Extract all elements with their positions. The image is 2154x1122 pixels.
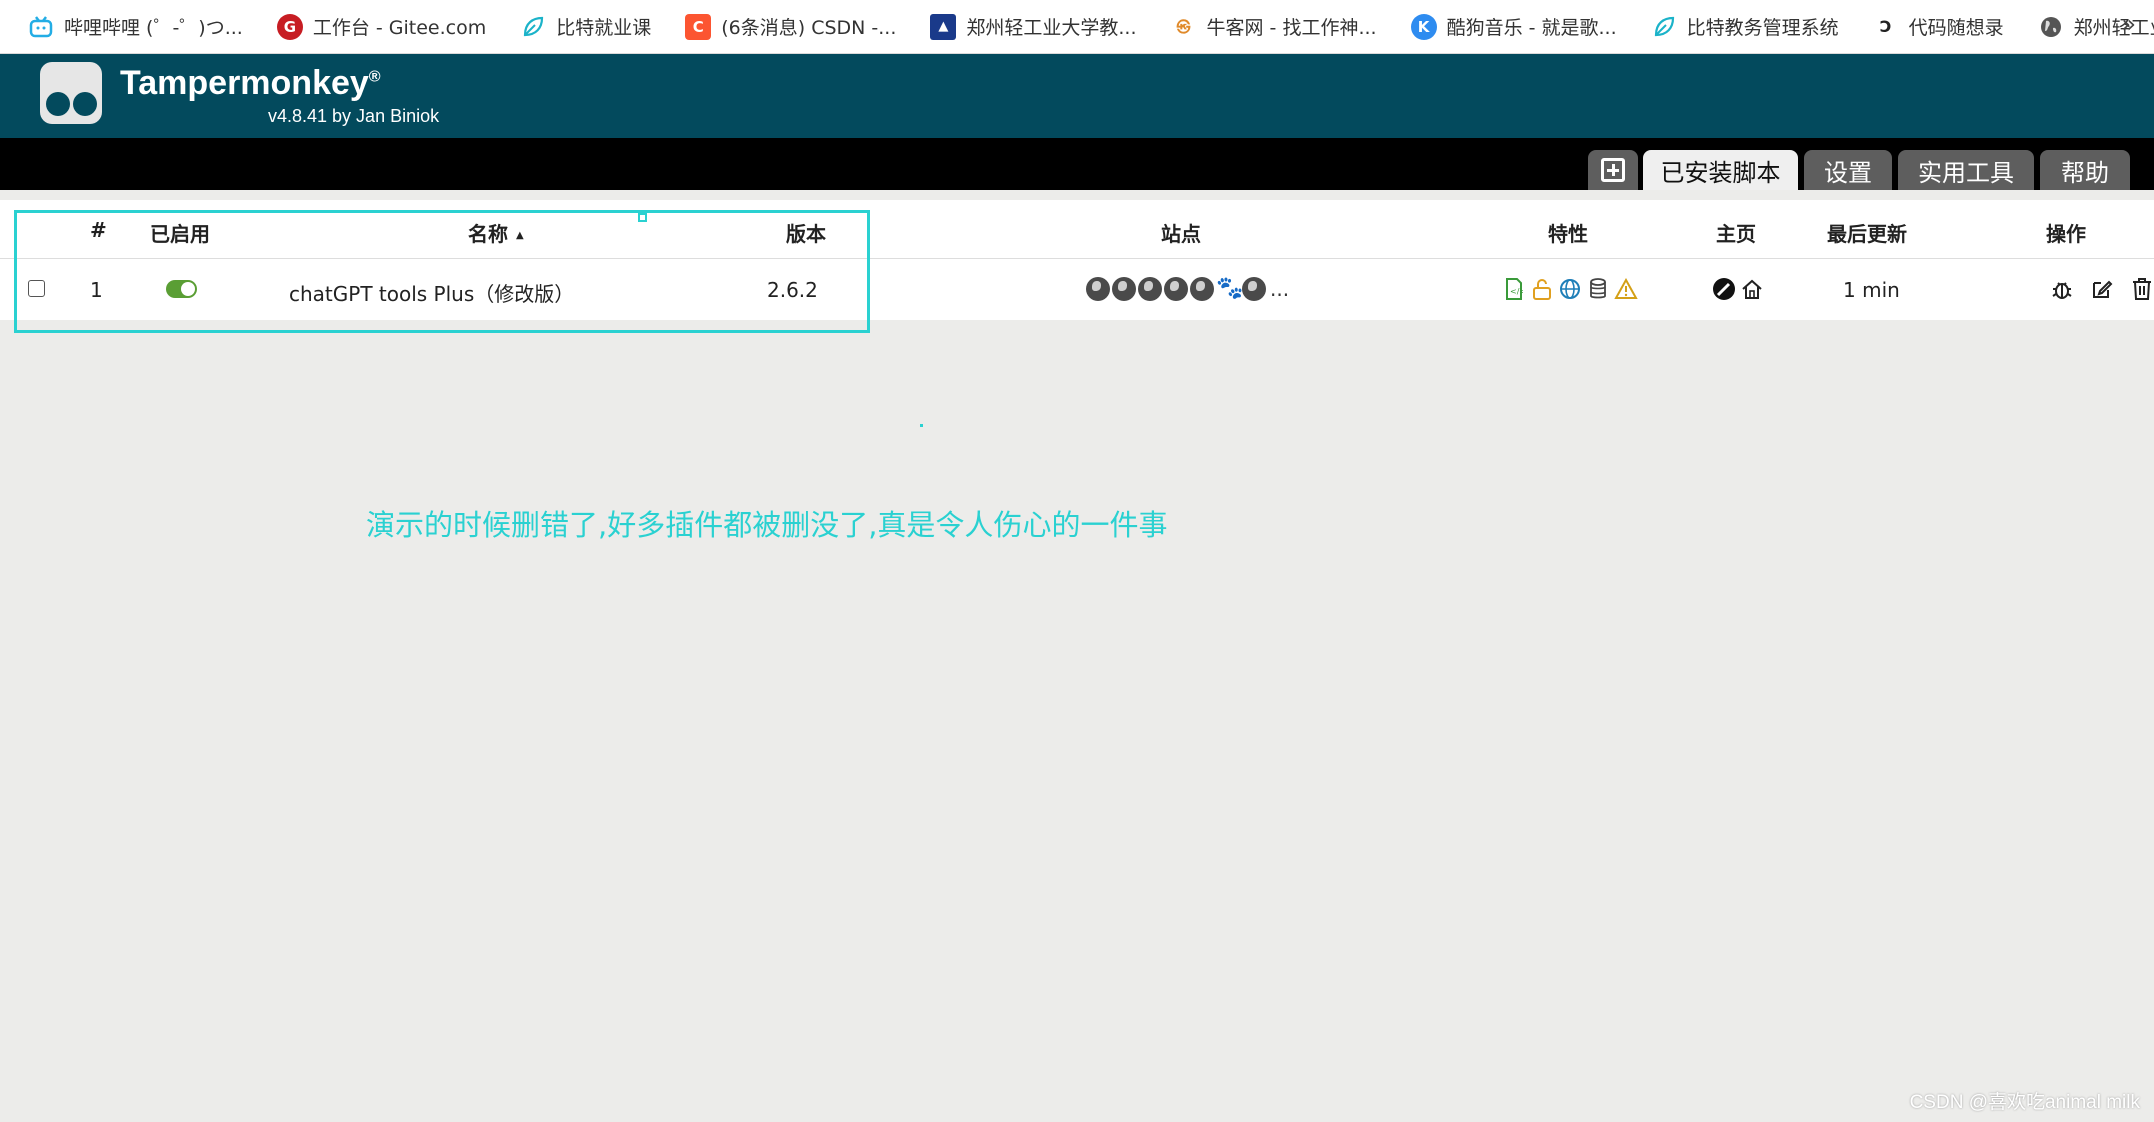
debug-bug-icon[interactable] xyxy=(2048,276,2076,302)
bookmark-label: 工作台 - Gitee.com xyxy=(312,17,487,39)
column-header-last-updated[interactable]: 最后更新 xyxy=(1827,218,1907,247)
column-header-features[interactable]: 特性 xyxy=(1548,218,1588,247)
bilibili-icon xyxy=(28,14,54,40)
script-last-updated: 1 min xyxy=(1843,278,1900,302)
bookmark-label: (6条消息) CSDN -... xyxy=(721,17,897,39)
add-script-tab[interactable] xyxy=(1588,150,1638,190)
script-features: </> xyxy=(1502,276,1642,302)
bookmark-bite-jiaowu[interactable]: 比特教务管理系统 xyxy=(1641,7,1849,47)
globe-icon xyxy=(2038,14,2064,40)
bookmarks-bar: 哔哩哔哩 (゜-゜)つ... G 工作台 - Gitee.com 比特就业课 C… xyxy=(0,0,2154,54)
script-sites: 🐾 ... xyxy=(1086,277,1289,301)
kugou-icon: K xyxy=(1410,13,1437,40)
tab-bar: 已安装脚本 设置 实用工具 帮助 xyxy=(0,138,2154,190)
bookmark-gitee[interactable]: G 工作台 - Gitee.com xyxy=(267,7,496,47)
site-globe-icon xyxy=(1164,277,1188,301)
bookmark-nowcoder[interactable]: ㉿ 牛客网 - 找工作神... xyxy=(1161,7,1387,47)
bookmark-code-random[interactable]: Ↄ 代码随想录 xyxy=(1863,7,2014,47)
leaf-icon xyxy=(1651,14,1677,40)
nowcoder-icon: ㉿ xyxy=(1176,19,1191,36)
warning-icon xyxy=(1614,276,1638,302)
bookmark-label: 牛客网 - 找工作神... xyxy=(1206,17,1377,39)
storage-database-icon xyxy=(1586,276,1610,302)
app-title: Tampermonkey® xyxy=(120,64,381,102)
bookmark-bite-course[interactable]: 比特就业课 xyxy=(510,7,661,47)
bookmarks-overflow-button[interactable]: » xyxy=(2121,10,2136,38)
home-icon[interactable] xyxy=(1740,276,1764,302)
tampermonkey-header: Tampermonkey® v4.8.41 by Jan Biniok xyxy=(0,54,2154,138)
bookmark-label: 哔哩哔哩 (゜-゜)つ... xyxy=(64,17,243,39)
svg-text:</>: </> xyxy=(1510,287,1523,296)
edit-script-icon[interactable] xyxy=(2088,276,2116,302)
bookmark-bilibili[interactable]: 哔哩哔哩 (゜-゜)つ... xyxy=(18,7,253,47)
web-request-globe-icon xyxy=(1558,276,1582,302)
plus-icon xyxy=(1601,158,1625,182)
annotation-resize-handle xyxy=(638,213,647,222)
app-version: v4.8.41 by Jan Biniok xyxy=(268,106,440,126)
site-baidu-paw-icon: 🐾 xyxy=(1216,276,1244,301)
site-globe-icon xyxy=(1086,277,1110,301)
tab-utilities[interactable]: 实用工具 xyxy=(1898,150,2034,190)
tab-help[interactable]: 帮助 xyxy=(2040,150,2130,190)
bookmark-kugou[interactable]: K 酷狗音乐 - 就是歌... xyxy=(1401,7,1627,47)
column-header-sites[interactable]: 站点 xyxy=(1161,218,1201,247)
author-homepage-icon[interactable] xyxy=(1712,276,1736,302)
csdn-icon: C xyxy=(685,13,712,40)
site-globe-icon xyxy=(1112,277,1136,301)
bookmark-label: 代码随想录 xyxy=(1908,17,2004,39)
bookmark-label: 郑州轻工业大学 xyxy=(2073,17,2154,39)
code-icon: Ↄ xyxy=(1879,17,1892,36)
site-globe-icon xyxy=(1138,277,1162,301)
leaf-icon xyxy=(520,14,546,40)
delete-script-icon[interactable] xyxy=(2128,276,2154,302)
bookmark-zzuli-jiaowu[interactable]: ▲ 郑州轻工业大学教... xyxy=(920,7,1146,47)
column-header-actions: 操作 xyxy=(2046,222,2086,246)
csdn-watermark: CSDN @喜欢吃animal milk xyxy=(1909,1092,2140,1113)
tab-settings[interactable]: 设置 xyxy=(1804,150,1892,190)
bookmark-label: 酷狗音乐 - 就是歌... xyxy=(1446,17,1617,39)
sites-more[interactable]: ... xyxy=(1270,277,1289,301)
column-header-homepage[interactable]: 主页 xyxy=(1716,218,1756,247)
annotation-caption: 演示的时候删错了,好多插件都被删没了,真是令人伤心的一件事 xyxy=(366,508,1168,542)
site-globe-icon xyxy=(1190,277,1214,301)
bookmark-label: 比特教务管理系统 xyxy=(1686,17,1839,39)
tab-installed-scripts[interactable]: 已安装脚本 xyxy=(1643,150,1798,190)
annotation-dot xyxy=(920,424,923,427)
trademark-symbol: ® xyxy=(368,68,381,86)
gitee-icon: G xyxy=(276,13,303,40)
script-homepage xyxy=(1712,276,1768,302)
bookmark-label: 比特就业课 xyxy=(556,17,652,39)
unlock-icon xyxy=(1530,276,1554,302)
university-icon: ▲ xyxy=(930,13,957,40)
bookmark-label: 郑州轻工业大学教... xyxy=(966,17,1137,39)
tampermonkey-logo-icon xyxy=(40,62,102,124)
site-globe-icon xyxy=(1242,277,1266,301)
bookmark-csdn[interactable]: C (6条消息) CSDN -... xyxy=(675,7,906,47)
script-actions xyxy=(2048,276,2154,302)
annotation-highlight-box xyxy=(14,210,870,333)
userscript-file-icon: </> xyxy=(1502,276,1526,302)
